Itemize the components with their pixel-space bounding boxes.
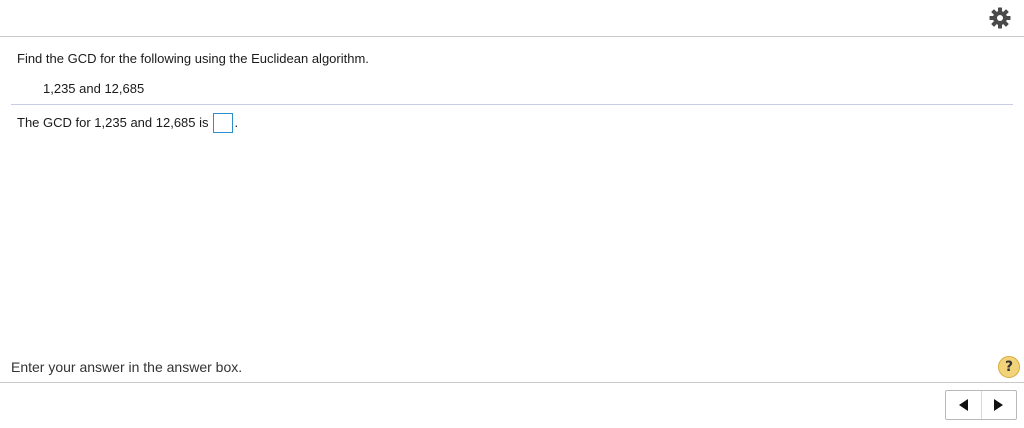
answer-prefix: The GCD for 1,235 and 12,685 is <box>17 115 209 130</box>
previous-button[interactable] <box>946 391 981 419</box>
next-button[interactable] <box>980 391 1017 419</box>
right-triangle-icon <box>994 399 1004 411</box>
footer-divider <box>0 382 1024 383</box>
gear-icon[interactable] <box>989 7 1011 29</box>
section-divider <box>11 104 1013 105</box>
answer-suffix: . <box>234 115 239 130</box>
answer-line: The GCD for 1,235 and 12,685 is . <box>17 113 238 133</box>
status-message: Enter your answer in the answer box. <box>11 359 243 375</box>
question-page: Find the GCD for the following using the… <box>0 0 1024 428</box>
question-navigation <box>945 390 1017 420</box>
question-prompt: Find the GCD for the following using the… <box>17 51 369 66</box>
answer-input-box[interactable] <box>212 113 233 133</box>
given-numbers: 1,235 and 12,685 <box>43 81 145 96</box>
left-triangle-icon <box>958 399 968 411</box>
help-button[interactable]: ? <box>998 356 1020 378</box>
top-toolbar <box>0 0 1024 37</box>
